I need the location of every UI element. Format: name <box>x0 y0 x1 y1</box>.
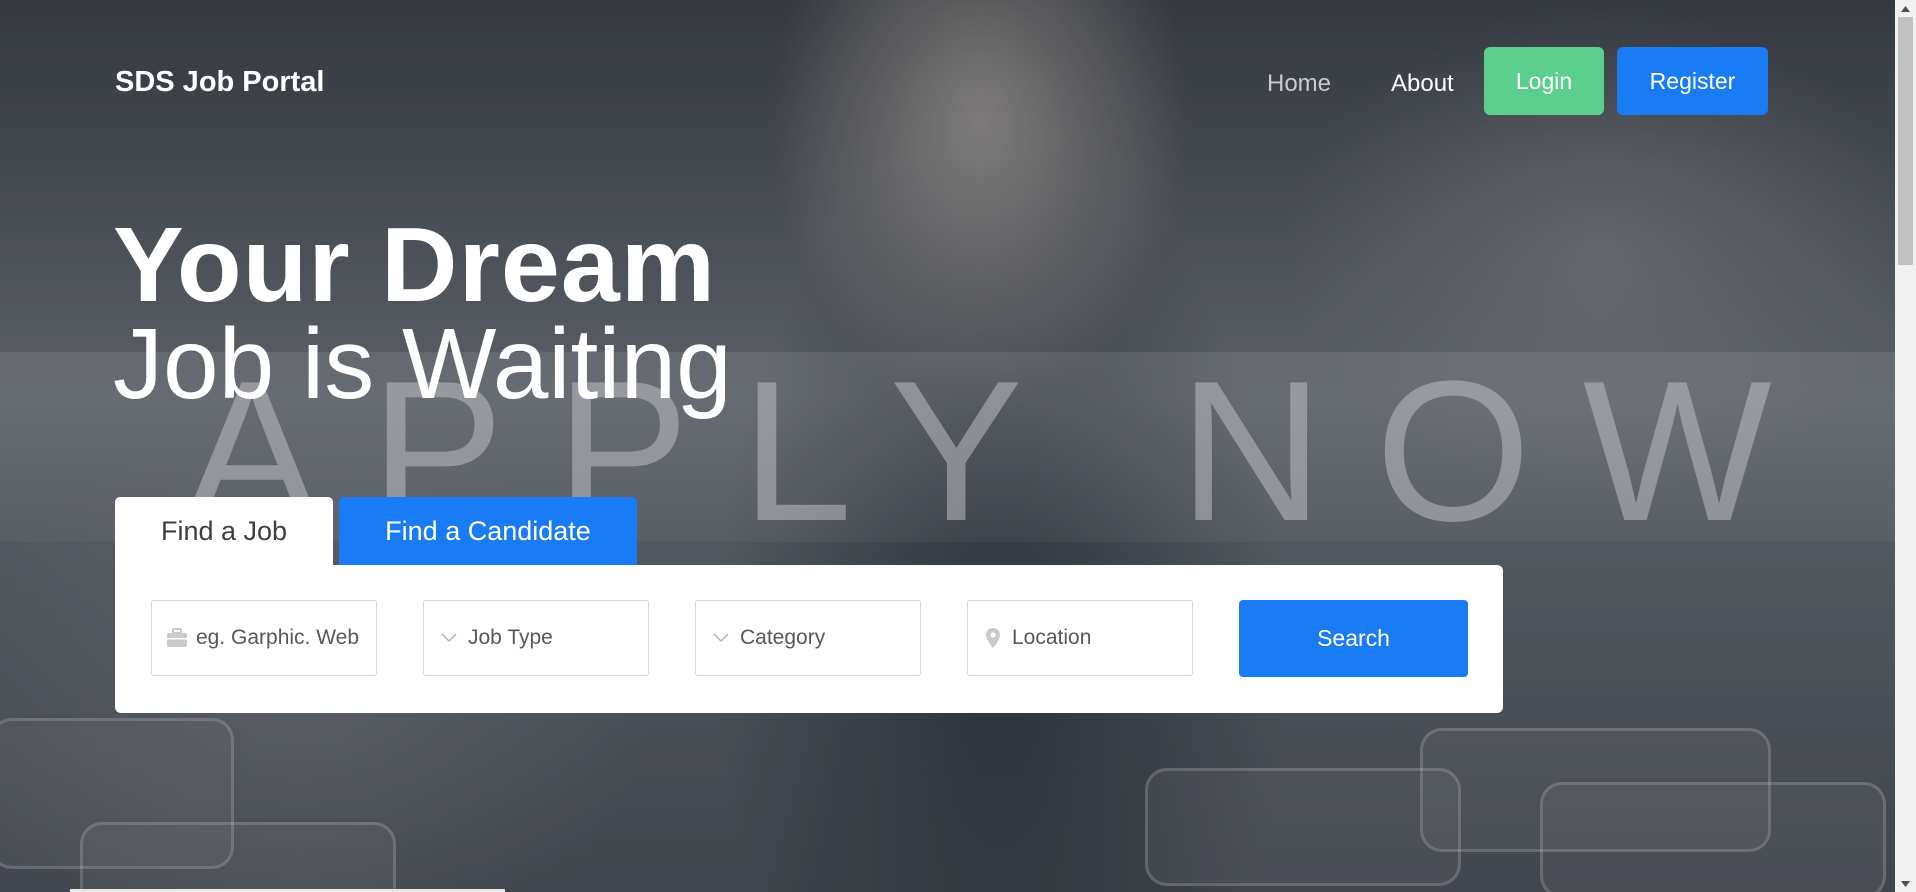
scroll-up-icon[interactable] <box>1895 0 1916 17</box>
hero-headline-line1: Your Dream <box>113 206 716 324</box>
page: APPLY NOW SDS Job Portal Home About Logi… <box>0 0 1916 892</box>
hero-headline-line2: Job is Waiting <box>113 308 732 420</box>
hero-overlay <box>0 0 1895 892</box>
brand-logo[interactable]: SDS Job Portal <box>115 66 325 99</box>
nav-link-about[interactable]: About <box>1391 70 1454 98</box>
nav-link-home[interactable]: Home <box>1267 70 1331 98</box>
register-button[interactable]: Register <box>1617 47 1768 115</box>
briefcase-icon <box>166 628 188 648</box>
location-placeholder: Location <box>1012 626 1092 649</box>
location-input[interactable]: Location <box>967 600 1193 676</box>
scroll-down-icon[interactable] <box>1895 875 1916 892</box>
map-pin-icon <box>982 627 1004 649</box>
tab-find-job[interactable]: Find a Job <box>115 497 333 565</box>
chevron-down-icon <box>438 633 460 643</box>
chevron-down-icon <box>710 633 732 643</box>
job-type-label: Job Type <box>468 626 553 649</box>
scrollbar-thumb[interactable] <box>1898 17 1913 265</box>
job-type-select[interactable]: Job Type <box>423 600 649 676</box>
search-button[interactable]: Search <box>1239 600 1468 677</box>
login-button[interactable]: Login <box>1484 47 1604 115</box>
category-select[interactable]: Category <box>695 600 921 676</box>
search-panel: eg. Garphic. Web Job Type Category Locat… <box>115 565 1503 713</box>
category-label: Category <box>740 626 826 649</box>
keyword-placeholder: eg. Garphic. Web <box>196 626 360 649</box>
hero-headline: Your Dream Job is Waiting <box>113 212 732 414</box>
keyword-input[interactable]: eg. Garphic. Web <box>151 600 377 676</box>
tab-find-candidate[interactable]: Find a Candidate <box>339 497 637 565</box>
vertical-scrollbar[interactable] <box>1895 0 1916 892</box>
